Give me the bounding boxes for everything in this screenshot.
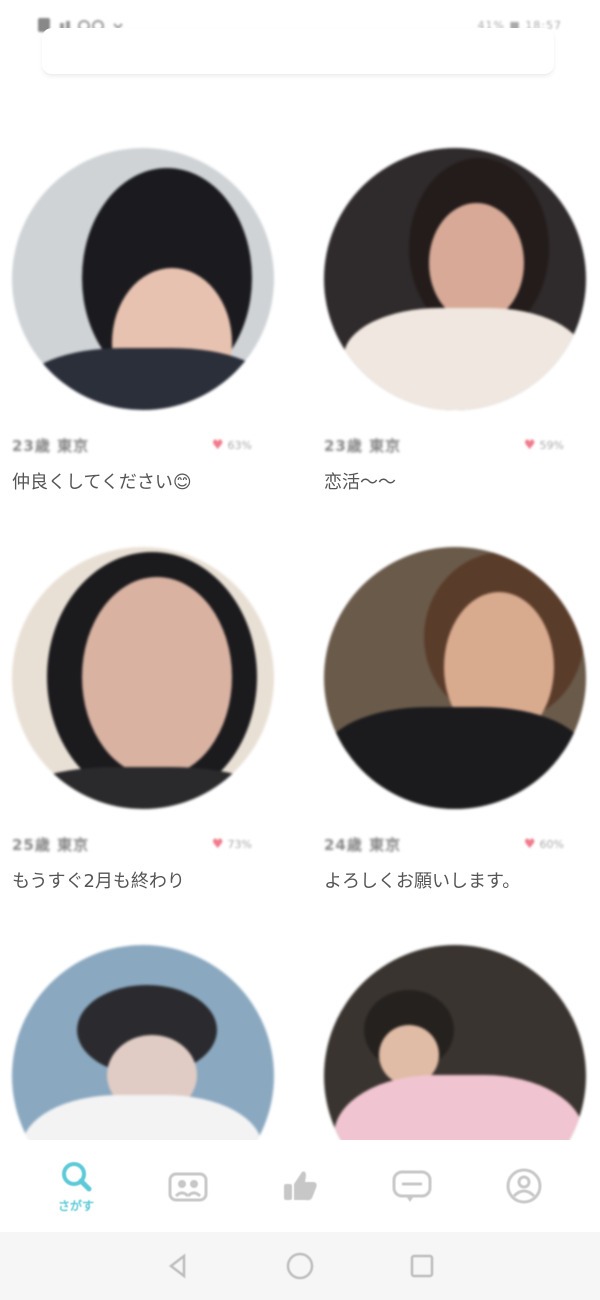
match-pct: 63% (227, 439, 252, 452)
match-rate: ♥ 63% (212, 438, 252, 453)
thumbs-up-icon (284, 1171, 317, 1201)
heart-icon: ♥ (211, 837, 224, 852)
match-rate: ♥ 60% (524, 837, 564, 852)
home-icon[interactable] (283, 1249, 317, 1283)
profile-icon (506, 1168, 542, 1204)
bottom-tab-bar: さがす (0, 1140, 600, 1232)
back-icon[interactable] (163, 1251, 193, 1281)
profile-meta: 23歳 東京 ♥ 59% (324, 435, 564, 456)
avatar[interactable] (12, 148, 274, 410)
app-screen: 41% ■ 18:57 23歳 東京 ♥ 63% 仲良くしてください😊 23歳 … (0, 0, 600, 1300)
match-rate: ♥ 59% (524, 438, 564, 453)
age-area: 23歳 東京 (12, 437, 90, 455)
chat-bubble-icon (392, 1170, 432, 1202)
match-rate: ♥ 73% (212, 837, 252, 852)
heart-icon: ♥ (523, 837, 536, 852)
avatar[interactable] (12, 547, 274, 809)
profile-meta: 24歳 東京 ♥ 60% (324, 834, 564, 855)
tab-likes[interactable] (260, 1166, 340, 1206)
match-pct: 73% (227, 838, 252, 851)
people-icon (168, 1172, 208, 1202)
tab-messages[interactable] (372, 1166, 452, 1206)
system-navigation-bar (0, 1232, 600, 1300)
recent-apps-icon[interactable] (407, 1251, 437, 1281)
tab-search-label: さがす (57, 1198, 94, 1213)
top-panel (42, 28, 554, 75)
profile-meta: 25歳 東京 ♥ 73% (12, 834, 252, 855)
tab-community[interactable] (148, 1166, 228, 1206)
age-area: 23歳 東京 (324, 437, 402, 455)
profile-comment: もうすぐ2月も終わり (12, 871, 185, 892)
match-pct: 59% (539, 439, 564, 452)
search-icon (62, 1161, 92, 1191)
profile-meta: 23歳 東京 ♥ 63% (12, 435, 252, 456)
avatar[interactable] (324, 547, 586, 809)
avatar[interactable] (324, 148, 586, 410)
tab-mypage[interactable] (484, 1166, 564, 1206)
profile-comment: 仲良くしてください😊 (12, 472, 192, 493)
tab-search[interactable]: さがす (36, 1159, 116, 1214)
profile-comment: よろしくお願いします。 (324, 871, 521, 892)
profile-comment: 恋活〜〜 (324, 472, 396, 493)
match-pct: 60% (539, 838, 564, 851)
age-area: 24歳 東京 (324, 836, 402, 854)
heart-icon: ♥ (523, 438, 536, 453)
heart-icon: ♥ (211, 438, 224, 453)
age-area: 25歳 東京 (12, 836, 90, 854)
